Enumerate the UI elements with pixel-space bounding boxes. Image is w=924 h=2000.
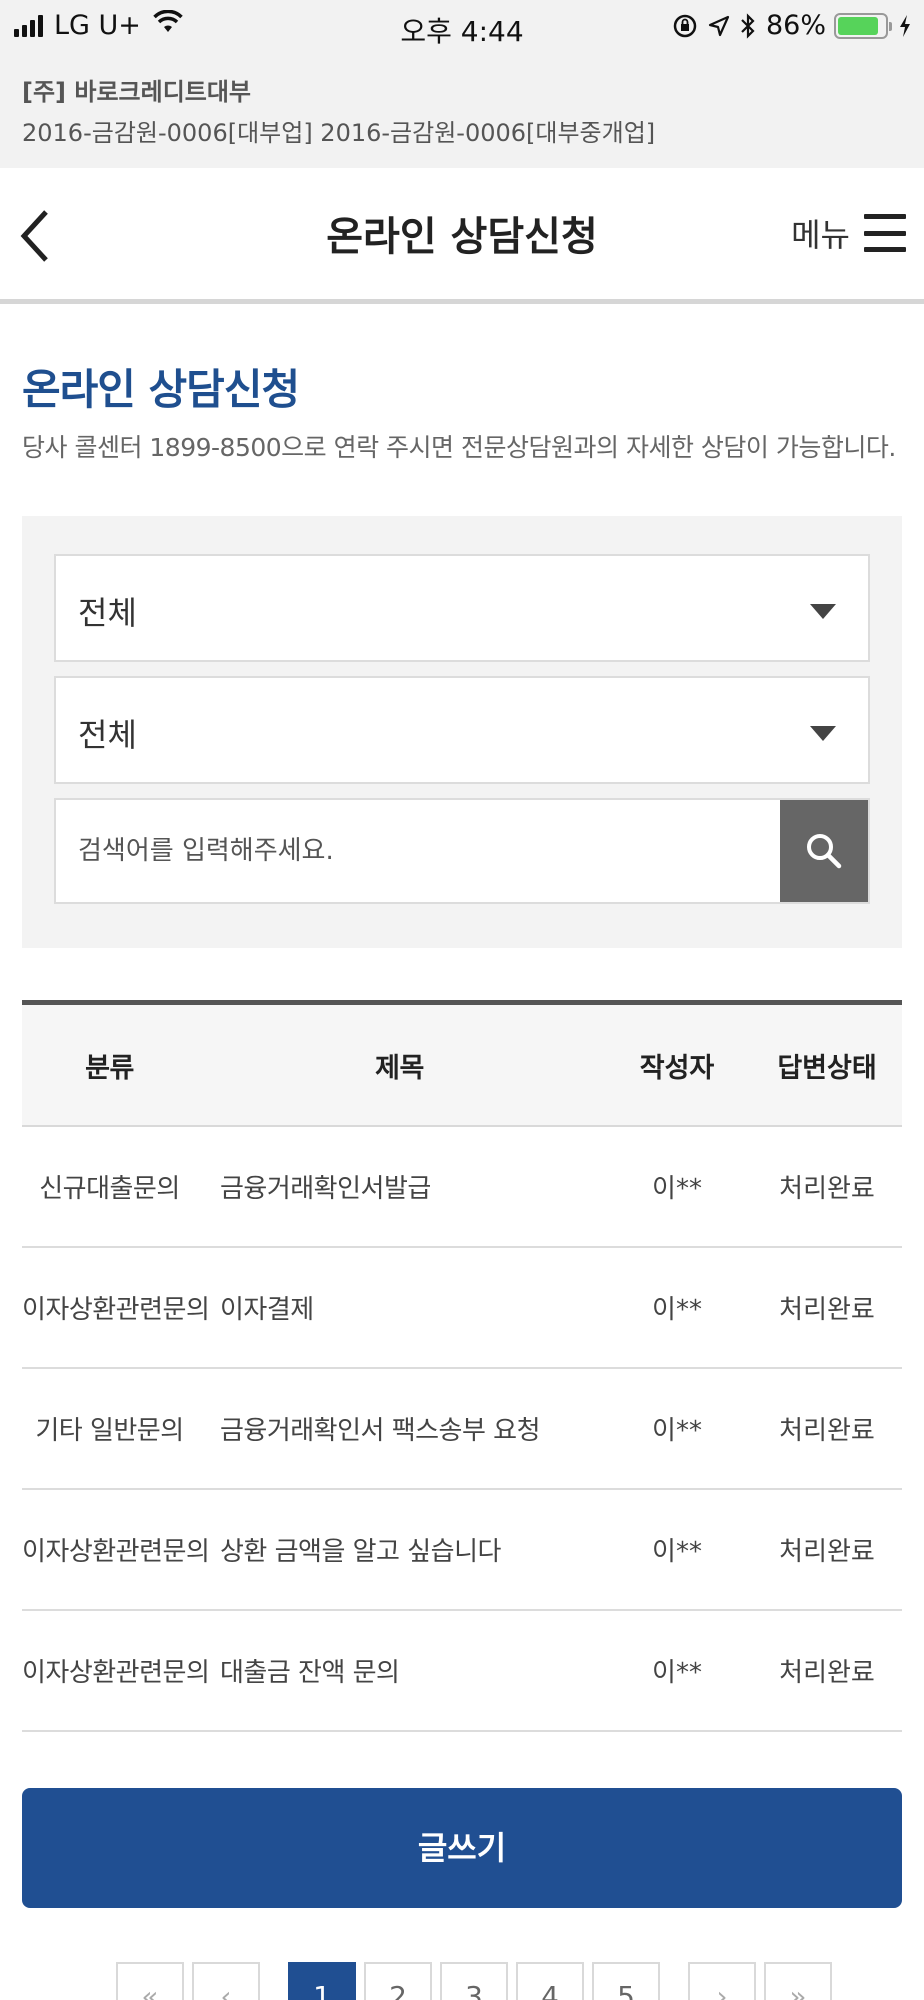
page-title: 온라인 상담신청 — [326, 214, 598, 260]
row-status: 처리완료 — [779, 1295, 875, 1325]
row-author: 이** — [652, 1174, 702, 1204]
write-button[interactable]: 글쓰기 — [22, 1788, 902, 1908]
table-row[interactable]: 신규대출문의 금융거래확인서발급 이** 처리완료 — [22, 1127, 902, 1248]
row-title[interactable]: 금융거래확인서 팩스송부 요청 — [197, 1410, 602, 1447]
section-description: 당사 콜센터 1899-8500으로 연락 주시면 전문상담원과의 자세한 상담… — [22, 433, 896, 462]
row-author: 이** — [652, 1416, 702, 1446]
caret-down-icon — [810, 604, 836, 619]
row-status: 처리완료 — [779, 1416, 875, 1446]
category-select[interactable]: 전체 — [54, 554, 870, 662]
row-author: 이** — [652, 1658, 702, 1688]
hamburger-icon — [864, 214, 906, 252]
first-page-button[interactable]: « — [116, 1962, 184, 2000]
page-button-3[interactable]: 3 — [440, 1962, 508, 2000]
bluetooth-icon — [740, 12, 756, 39]
rotation-lock-icon — [672, 13, 698, 39]
inquiry-table: 분류 제목 작성자 답변상태 신규대출문의 금융거래확인서발급 이** 처리완료… — [22, 1000, 902, 1732]
table-row[interactable]: 이자상환관련문의 대출금 잔액 문의 이** 처리완료 — [22, 1611, 902, 1732]
section-title: 온라인 상담신청 — [22, 365, 300, 414]
header-title: 제목 — [375, 1052, 424, 1084]
row-title[interactable]: 금융거래확인서발급 — [197, 1168, 602, 1205]
caret-down-icon — [810, 726, 836, 741]
row-category: 신규대출문의 — [39, 1174, 180, 1204]
page-button-1[interactable]: 1 — [288, 1962, 356, 2000]
row-category: 이자상환관련문의 — [22, 1537, 210, 1567]
status-right: 86% — [662, 10, 912, 41]
search-input[interactable] — [56, 800, 782, 902]
header-status: 답변상태 — [777, 1052, 877, 1084]
table-row[interactable]: 이자상환관련문의 상환 금액을 알고 싶습니다 이** 처리완료 — [22, 1490, 902, 1611]
search-panel: 전체 전체 — [22, 516, 902, 948]
company-name: [주] 바로크레디트대부 — [22, 78, 252, 106]
page-button-2[interactable]: 2 — [364, 1962, 432, 2000]
menu-label: 메뉴 — [791, 216, 850, 254]
row-category: 이자상환관련문의 — [22, 1658, 210, 1688]
search-button[interactable] — [780, 800, 868, 902]
category-select-value: 전체 — [78, 594, 137, 632]
table-row[interactable]: 기타 일반문의 금융거래확인서 팩스송부 요청 이** 처리완료 — [22, 1369, 902, 1490]
next-page-button[interactable]: › — [688, 1962, 756, 2000]
company-registration: 2016-금감원-0006[대부업] 2016-금감원-0006[대부중개업] — [22, 119, 656, 147]
row-status: 처리완료 — [779, 1174, 875, 1204]
pagination: « ‹ 1 2 3 4 5 › » — [116, 1962, 840, 2000]
search-icon — [807, 834, 842, 869]
menu-button[interactable]: 메뉴 — [791, 210, 906, 256]
app-header: 온라인 상담신청 메뉴 — [0, 168, 924, 304]
search-row — [54, 798, 870, 904]
header-author: 작성자 — [639, 1052, 715, 1084]
row-author: 이** — [652, 1295, 702, 1325]
row-title[interactable]: 상환 금액을 알고 싶습니다 — [197, 1531, 602, 1568]
header-category: 분류 — [85, 1052, 134, 1084]
row-status: 처리완료 — [779, 1537, 875, 1567]
charging-icon — [898, 14, 912, 38]
row-category: 기타 일반문의 — [35, 1416, 184, 1446]
battery-percent: 86% — [765, 10, 826, 41]
field-select-value: 전체 — [78, 716, 137, 754]
status-bar: LG U+ 오후 4:44 86% — [0, 0, 924, 54]
battery-icon — [834, 12, 892, 39]
location-icon — [708, 15, 730, 37]
page-button-4[interactable]: 4 — [516, 1962, 584, 2000]
row-status: 처리완료 — [779, 1658, 875, 1688]
company-info: [주] 바로크레디트대부 2016-금감원-0006[대부업] 2016-금감원… — [0, 54, 924, 168]
row-title[interactable]: 이자결제 — [197, 1289, 602, 1326]
row-category: 이자상환관련문의 — [22, 1295, 210, 1325]
last-page-button[interactable]: » — [764, 1962, 832, 2000]
prev-page-button[interactable]: ‹ — [192, 1962, 260, 2000]
table-row[interactable]: 이자상환관련문의 이자결제 이** 처리완료 — [22, 1248, 902, 1369]
table-header: 분류 제목 작성자 답변상태 — [22, 1005, 902, 1127]
row-title[interactable]: 대출금 잔액 문의 — [197, 1652, 602, 1689]
field-select[interactable]: 전체 — [54, 676, 870, 784]
page-button-5[interactable]: 5 — [592, 1962, 660, 2000]
row-author: 이** — [652, 1537, 702, 1567]
